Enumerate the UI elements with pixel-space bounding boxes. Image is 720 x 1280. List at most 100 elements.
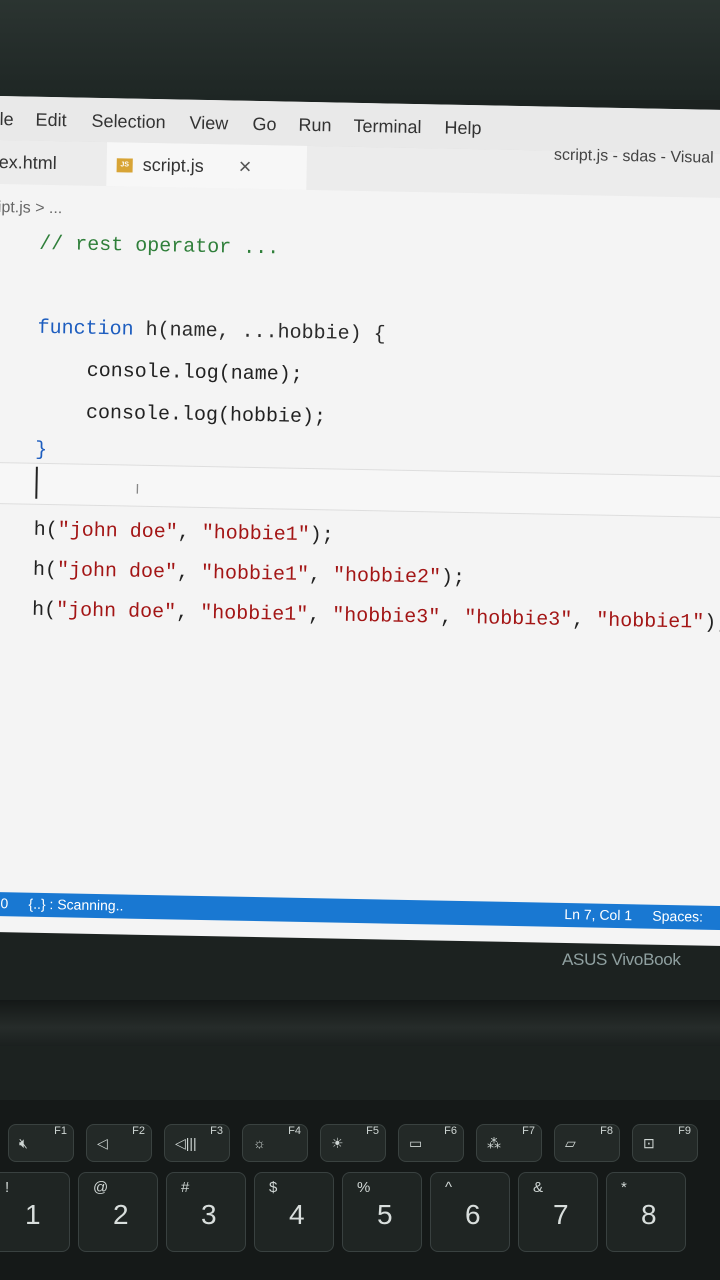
code-text: h( [31, 598, 57, 623]
window-title: script.js - sdas - Visual [553, 146, 714, 167]
key-5[interactable]: % 5 [342, 1172, 422, 1252]
projector-icon: ▱ [565, 1135, 576, 1151]
fkey-f2[interactable]: ◁ F2 [86, 1124, 152, 1162]
menu-run[interactable]: Run [298, 115, 331, 137]
code-line: h("john doe", "hobbie1", "hobbie3", "hob… [32, 599, 720, 635]
fkey-label: F2 [132, 1125, 145, 1137]
key-digit: 3 [201, 1199, 217, 1230]
code-editor[interactable]: I // rest operator ... function h(name, … [0, 216, 720, 910]
string: "hobbie3" [331, 604, 441, 630]
key-3[interactable]: #3 [166, 1172, 246, 1252]
tab-script-js[interactable]: JS script.js × [106, 142, 308, 190]
menu-selection[interactable]: Selection [91, 111, 165, 133]
fkey-f8[interactable]: ▱ F8 [554, 1124, 620, 1162]
key-symbol: * [621, 1179, 627, 1196]
key-symbol: & [533, 1179, 544, 1196]
brightness-down-icon: ☼ [253, 1135, 266, 1151]
current-line-highlight [0, 461, 720, 519]
volume-up-icon: ◁||| [175, 1135, 197, 1151]
vscode-window: le Edit Selection View Go Run Terminal H… [0, 96, 720, 947]
key-1[interactable]: ! 1 [0, 1172, 70, 1252]
string: "john doe" [57, 519, 178, 545]
menu-edit[interactable]: Edit [35, 110, 66, 132]
fkey-label: F6 [444, 1125, 457, 1137]
key-4[interactable]: $4 [254, 1172, 334, 1252]
code-text: h( [33, 518, 58, 543]
string: "hobbie3" [463, 607, 573, 633]
keyboard-light-icon: ⁂ [487, 1135, 501, 1151]
key-symbol: # [181, 1179, 190, 1196]
menu-go[interactable]: Go [252, 114, 276, 135]
code-line: console.log(name); [86, 359, 303, 387]
code-text: , [177, 521, 202, 545]
fkey-f5[interactable]: ☀ F5 [320, 1124, 386, 1162]
fkey-label: F7 [522, 1125, 535, 1137]
menu-help[interactable]: Help [444, 118, 481, 140]
code-line: h("john doe", "hobbie1", "hobbie2"); [33, 559, 466, 590]
fkey-label: F8 [600, 1125, 613, 1137]
fkey-f3[interactable]: ◁||| F3 [164, 1124, 230, 1162]
code-text: , [572, 609, 597, 633]
indentation-status[interactable]: Spaces: [652, 908, 703, 925]
fkey-f7[interactable]: ⁂ F7 [476, 1124, 542, 1162]
key-digit: 4 [289, 1199, 305, 1230]
key-digit: 5 [377, 1199, 393, 1230]
keyboard: 🔇︎ F1 ◁ F2 ◁||| F3 ☼ F4 ☀ F5 ▭ F6 ⁂ F7 ▱ F8 ⊡ F9 … [0, 1100, 720, 1280]
menu-view[interactable]: View [189, 113, 228, 135]
code-line: } [34, 438, 48, 462]
code-text: ); [440, 566, 466, 591]
keyword: function [37, 316, 134, 342]
key-digit: 1 [25, 1199, 41, 1230]
volume-down-icon: ◁ [97, 1135, 108, 1151]
key-digit: 7 [553, 1199, 569, 1230]
key-symbol: ! [5, 1179, 10, 1196]
brightness-up-icon: ☀ [331, 1135, 344, 1151]
code-text: , [439, 606, 465, 631]
code-line: function h(name, ...hobbie) { [37, 317, 385, 347]
close-icon[interactable]: × [238, 154, 251, 180]
menu-terminal[interactable]: Terminal [353, 116, 421, 138]
key-symbol: ^ [445, 1179, 453, 1196]
display-icon: ▭ [409, 1135, 423, 1151]
fkey-f1[interactable]: 🔇︎ F1 [8, 1124, 74, 1162]
fkey-label: F9 [678, 1125, 691, 1137]
mute-icon: 🔇︎ [19, 1135, 28, 1151]
fkey-label: F3 [210, 1125, 223, 1137]
code-text: h( [32, 558, 58, 583]
laptop-bezel [0, 0, 720, 100]
code-text: ); [704, 611, 720, 636]
key-digit: 8 [641, 1199, 657, 1230]
string: "john doe" [55, 599, 177, 625]
code-text: ); [309, 524, 334, 548]
menu-file[interactable]: le [0, 109, 14, 130]
code-text: , [307, 604, 333, 628]
fkey-f4[interactable]: ☼ F4 [242, 1124, 308, 1162]
code-text: , [176, 561, 202, 585]
key-8[interactable]: * 8 [606, 1172, 686, 1252]
tab-label: script.js [142, 154, 204, 176]
key-digit: 6 [465, 1199, 481, 1230]
string: "hobbie2" [332, 564, 442, 590]
key-digit: 2 [113, 1199, 129, 1230]
code-line: // rest operator ... [38, 232, 280, 261]
key-symbol: @ [93, 1179, 109, 1196]
lock-screen-icon: ⊡ [643, 1135, 655, 1151]
problems-count[interactable]: 0 [0, 895, 8, 911]
fkey-f9[interactable]: ⊡ F9 [632, 1124, 698, 1162]
tab-label: ex.html [0, 151, 57, 174]
code-line: console.log(hobbie); [85, 401, 327, 430]
key-7[interactable]: & 7 [518, 1172, 598, 1252]
key-2[interactable]: @2 [78, 1172, 158, 1252]
code-text: , [175, 601, 201, 625]
string: "hobbie1" [201, 521, 310, 548]
key-symbol: % [357, 1179, 371, 1196]
key-6[interactable]: ^ 6 [430, 1172, 510, 1252]
scanning-status[interactable]: {..} : Scanning.. [28, 896, 123, 914]
ibeam-cursor-icon: I [135, 480, 140, 497]
laptop-hinge [0, 1000, 720, 1046]
fkey-f6[interactable]: ▭ F6 [398, 1124, 464, 1162]
string: "hobbie1" [200, 561, 310, 588]
cursor-position[interactable]: Ln 7, Col 1 [564, 906, 632, 923]
code-text: h(name, ...hobbie) { [133, 318, 386, 347]
tab-index-html[interactable]: ex.html [0, 140, 107, 186]
